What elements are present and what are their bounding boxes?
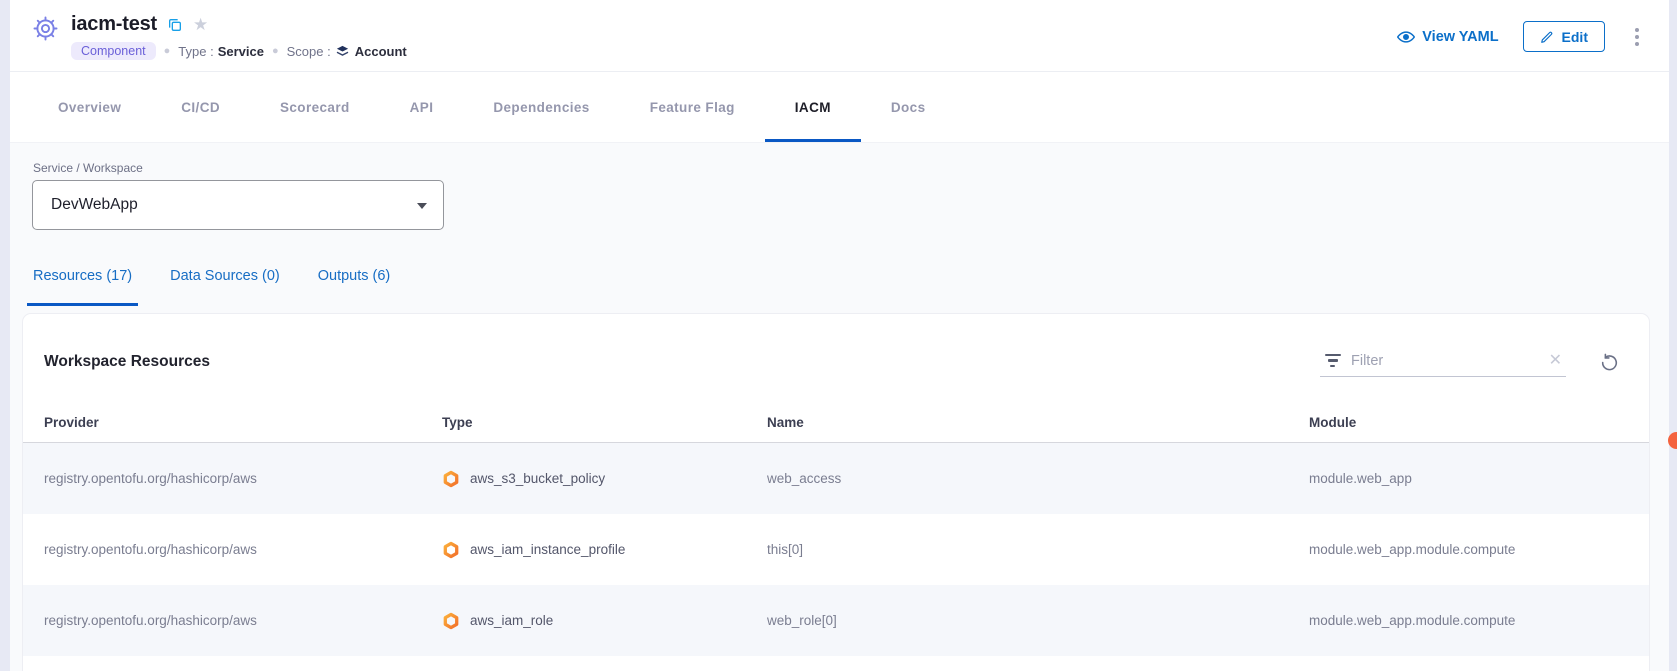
table-row[interactable]: registry.opentofu.org/hashicorp/aws aws_… (23, 443, 1649, 514)
view-yaml-label: View YAML (1422, 29, 1498, 45)
dot-separator: ● (272, 45, 279, 57)
cell-type: aws_iam_instance_profile (470, 542, 625, 557)
opentofu-icon (442, 470, 460, 488)
subtab-data-sources[interactable]: Data Sources (0) (164, 268, 286, 306)
cell-name: web_access (767, 471, 1309, 486)
card-title: Workspace Resources (44, 353, 210, 371)
view-yaml-link[interactable]: View YAML (1397, 29, 1498, 45)
favorite-star-icon[interactable]: ★ (193, 16, 208, 33)
cell-name: this[0] (767, 542, 1309, 557)
workspace-select[interactable]: DevWebApp (32, 180, 444, 230)
opentofu-icon (442, 612, 460, 630)
scope-value: Account (355, 44, 407, 59)
account-scope-icon (335, 44, 350, 59)
type-value: Service (218, 44, 264, 59)
component-tab-bar: Overview CI/CD Scorecard API Dependencie… (10, 72, 1669, 143)
clear-filter-icon[interactable]: ✕ (1549, 353, 1562, 369)
pencil-icon (1540, 30, 1554, 44)
table-row[interactable]: registry.opentofu.org/hashicorp/aws aws_… (23, 514, 1649, 585)
table-row[interactable]: registry.opentofu.org/hashicorp/aws aws_… (23, 585, 1649, 656)
table-header-row: Provider Type Name Module (23, 384, 1649, 443)
edit-button-label: Edit (1562, 29, 1588, 45)
page-header: iacm-test ★ Component ● Type : Service ●… (10, 0, 1669, 72)
filter-icon (1324, 354, 1341, 368)
workspace-resources-card: Workspace Resources ✕ (22, 313, 1650, 671)
edit-button[interactable]: Edit (1523, 21, 1605, 52)
eye-icon (1397, 30, 1415, 44)
component-gear-icon (32, 15, 59, 42)
tab-docs[interactable]: Docs (861, 72, 956, 142)
filter-input[interactable] (1351, 353, 1539, 369)
tab-overview[interactable]: Overview (28, 72, 151, 142)
scope-label: Scope : (287, 44, 331, 59)
cell-type: aws_iam_role (470, 613, 553, 628)
subtab-resources[interactable]: Resources (17) (27, 268, 138, 306)
cell-module: module.web_app.module.compute (1309, 542, 1649, 557)
iacm-subtabs: Resources (17) Data Sources (0) Outputs … (33, 268, 1669, 306)
iacm-tab-content: Service / Workspace DevWebApp Resources … (10, 143, 1669, 671)
subtab-outputs[interactable]: Outputs (6) (312, 268, 397, 306)
column-header-type: Type (442, 415, 767, 430)
workspace-select-value: DevWebApp (51, 196, 138, 214)
cell-name: web_role[0] (767, 613, 1309, 628)
cell-provider: registry.opentofu.org/hashicorp/aws (44, 613, 442, 628)
tab-scorecard[interactable]: Scorecard (250, 72, 380, 142)
cell-type: aws_s3_bucket_policy (470, 471, 605, 486)
cell-provider: registry.opentofu.org/hashicorp/aws (44, 471, 442, 486)
type-label: Type : (178, 44, 213, 59)
cell-provider: registry.opentofu.org/hashicorp/aws (44, 542, 442, 557)
refresh-icon[interactable] (1600, 353, 1619, 372)
column-header-name: Name (767, 415, 1309, 430)
tab-iacm[interactable]: IACM (765, 72, 861, 142)
more-options-icon[interactable] (1629, 24, 1645, 50)
table-body: registry.opentofu.org/hashicorp/aws aws_… (23, 443, 1649, 656)
page-title: iacm-test (71, 13, 157, 36)
copy-icon[interactable] (167, 17, 183, 33)
main-panel: iacm-test ★ Component ● Type : Service ●… (10, 0, 1669, 671)
dot-separator: ● (164, 45, 171, 57)
tab-feature-flag[interactable]: Feature Flag (620, 72, 765, 142)
cell-module: module.web_app (1309, 471, 1649, 486)
filter-input-wrap: ✕ (1320, 348, 1566, 377)
cell-module: module.web_app.module.compute (1309, 613, 1649, 628)
component-badge: Component (71, 42, 156, 60)
component-meta: Component ● Type : Service ● Scope : Acc… (71, 42, 407, 60)
opentofu-icon (442, 541, 460, 559)
tab-cicd[interactable]: CI/CD (151, 72, 250, 142)
tab-api[interactable]: API (380, 72, 464, 142)
workspace-select-label: Service / Workspace (10, 143, 1669, 175)
chevron-down-icon (417, 203, 427, 209)
column-header-provider: Provider (44, 415, 442, 430)
tab-dependencies[interactable]: Dependencies (463, 72, 619, 142)
notification-dot[interactable] (1668, 432, 1677, 449)
column-header-module: Module (1309, 415, 1649, 430)
